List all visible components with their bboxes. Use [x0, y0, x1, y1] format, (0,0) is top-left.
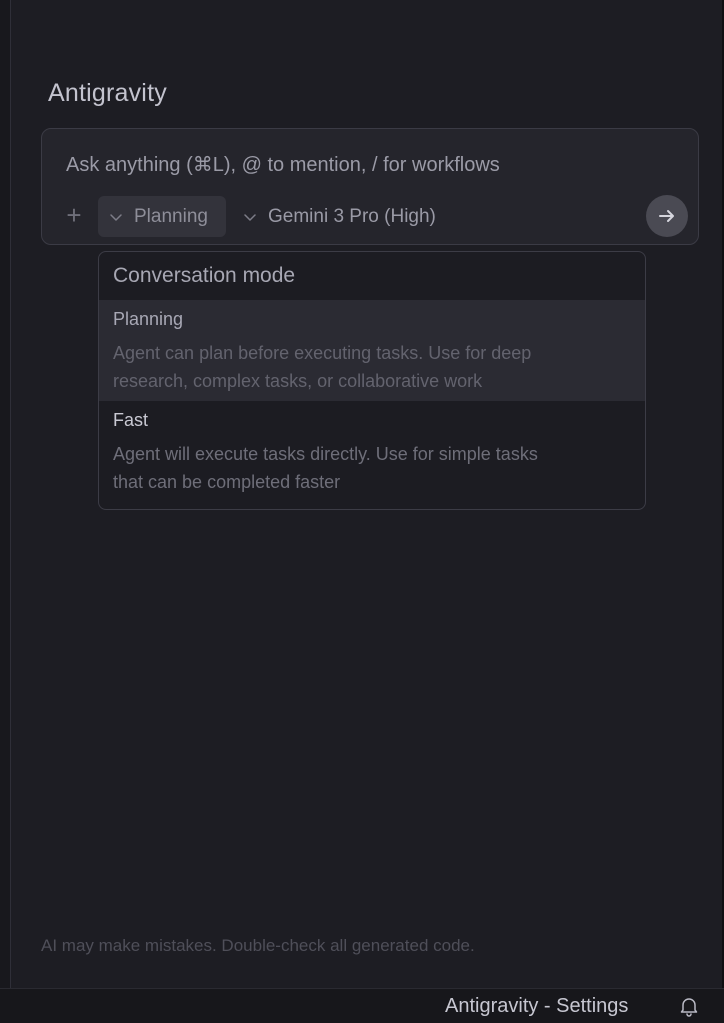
menu-header: Conversation mode — [113, 264, 296, 287]
chevron-down-icon — [110, 213, 122, 221]
mode-label: Planning — [134, 205, 208, 227]
mode-option-fast[interactable]: Fast Agent will execute tasks directly. … — [99, 401, 645, 509]
option-description-line: Agent can plan before executing tasks. U… — [113, 343, 532, 363]
option-title: Planning — [113, 309, 184, 329]
arrow-right-icon — [659, 210, 674, 222]
status-bar: Antigravity - Settings — [0, 988, 724, 1023]
chat-input[interactable] — [66, 154, 666, 177]
option-title: Fast — [113, 410, 149, 430]
conversation-mode-menu: Conversation mode Planning Agent can pla… — [98, 251, 646, 510]
panel-title: Antigravity — [48, 79, 167, 107]
conversation-mode-dropdown[interactable]: Planning — [98, 196, 226, 237]
chat-composer: + Planning Gemini 3 Pro (High) — [41, 128, 699, 245]
plus-icon: + — [66, 200, 82, 230]
left-sidebar-edge — [0, 0, 11, 988]
agent-panel-window: Antigravity + Planning Gemini 3 Pro (Hig… — [0, 0, 724, 1023]
option-description-line: that can be completed faster — [113, 472, 341, 492]
model-label: Gemini 3 Pro (High) — [268, 205, 436, 227]
send-button[interactable] — [646, 195, 688, 237]
mode-option-planning[interactable]: Planning Agent can plan before executing… — [99, 300, 645, 401]
option-description: Agent can plan before executing tasks. U… — [113, 339, 631, 395]
bell-icon[interactable] — [678, 995, 700, 1017]
model-selector-dropdown[interactable]: Gemini 3 Pro (High) — [242, 196, 436, 237]
chevron-down-icon — [244, 213, 256, 221]
settings-status-item[interactable]: Antigravity - Settings — [445, 995, 628, 1018]
option-description-line: research, complex tasks, or collaborativ… — [113, 371, 483, 391]
ai-disclaimer: AI may make mistakes. Double-check all g… — [41, 936, 475, 955]
add-context-button[interactable]: + — [63, 201, 85, 229]
option-description: Agent will execute tasks directly. Use f… — [113, 440, 631, 496]
option-description-line: Agent will execute tasks directly. Use f… — [113, 444, 538, 464]
